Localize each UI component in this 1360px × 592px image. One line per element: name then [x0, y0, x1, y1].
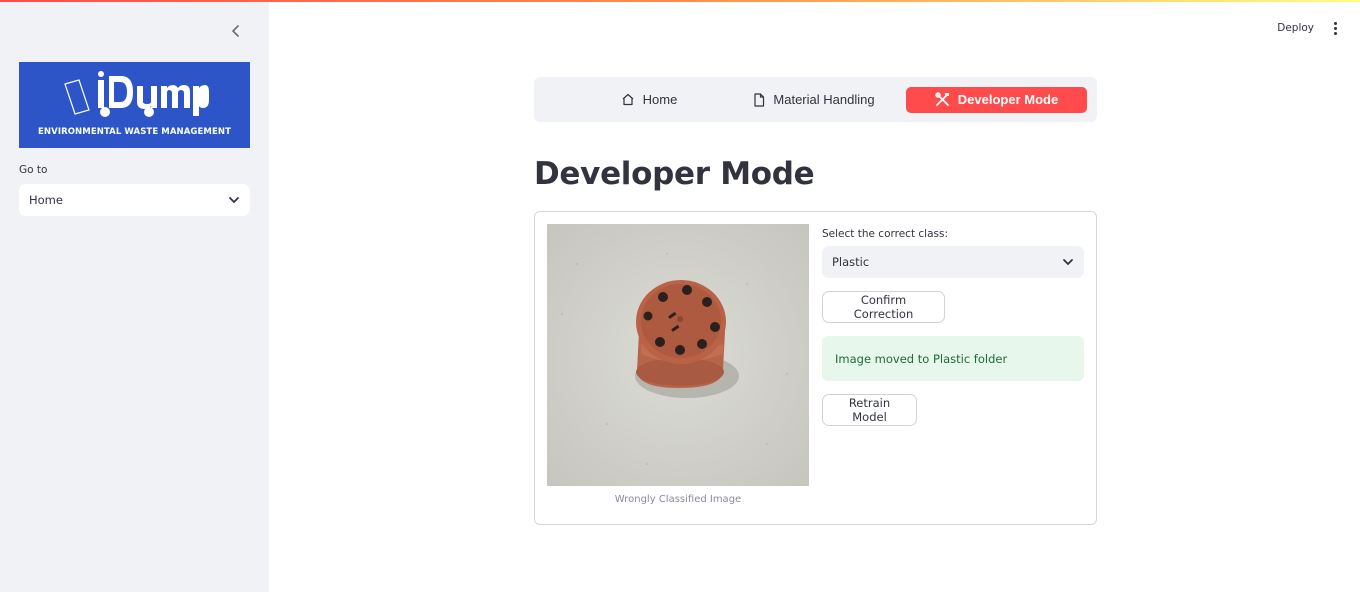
class-select[interactable]: Plastic — [822, 246, 1084, 278]
confirm-correction-button[interactable]: Confirm Correction — [822, 291, 945, 323]
retrain-model-button[interactable]: Retrain Model — [822, 394, 917, 426]
nav-item-developer-mode[interactable]: Developer Mode — [906, 86, 1087, 113]
page-title: Developer Mode — [534, 156, 815, 192]
goto-select-value: Home — [29, 193, 63, 207]
nav-item-home-label: Home — [642, 92, 678, 107]
home-icon — [622, 93, 634, 106]
nav-item-material-handling-label: Material Handling — [773, 92, 875, 107]
chevron-down-icon — [1063, 259, 1073, 266]
image-caption: Wrongly Classified Image — [614, 494, 742, 505]
collapse-sidebar-button[interactable] — [226, 21, 246, 41]
document-icon — [754, 92, 765, 107]
goto-select[interactable]: Home — [19, 184, 250, 216]
deploy-button[interactable]: Deploy — [1277, 22, 1314, 34]
header-toolbar: Deploy — [1277, 20, 1340, 36]
sidebar: ENVIRONMENTAL WASTE MANAGEMENT Go to Hom… — [0, 0, 269, 592]
logo: ENVIRONMENTAL WASTE MANAGEMENT — [19, 62, 250, 148]
nav-item-home[interactable]: Home — [594, 87, 704, 113]
success-alert-text: Image moved to Plastic folder — [835, 351, 1008, 366]
dump-cart-logo — [64, 71, 209, 117]
main-menu-icon[interactable] — [1330, 20, 1340, 36]
chevron-down-icon — [229, 197, 239, 204]
option-menu: Home Material Handling Developer Mode — [534, 77, 1097, 122]
chevron-left-icon — [231, 25, 239, 37]
class-select-value: Plastic — [832, 255, 870, 269]
nav-item-developer-mode-label: Developer Mode — [957, 92, 1059, 107]
goto-label: Go to — [19, 164, 48, 176]
correction-card: Wrongly Classified Image Select the corr… — [534, 211, 1097, 525]
success-alert: Image moved to Plastic folder — [822, 336, 1084, 381]
class-select-label: Select the correct class: — [822, 228, 949, 240]
logo-subtitle: ENVIRONMENTAL WASTE MANAGEMENT — [38, 127, 231, 137]
flower-pot-photo — [547, 224, 809, 486]
top-accent-bar — [0, 0, 1360, 2]
tools-icon — [935, 92, 949, 106]
nav-item-material-handling[interactable]: Material Handling — [744, 87, 884, 113]
wrongly-classified-image — [547, 224, 809, 486]
